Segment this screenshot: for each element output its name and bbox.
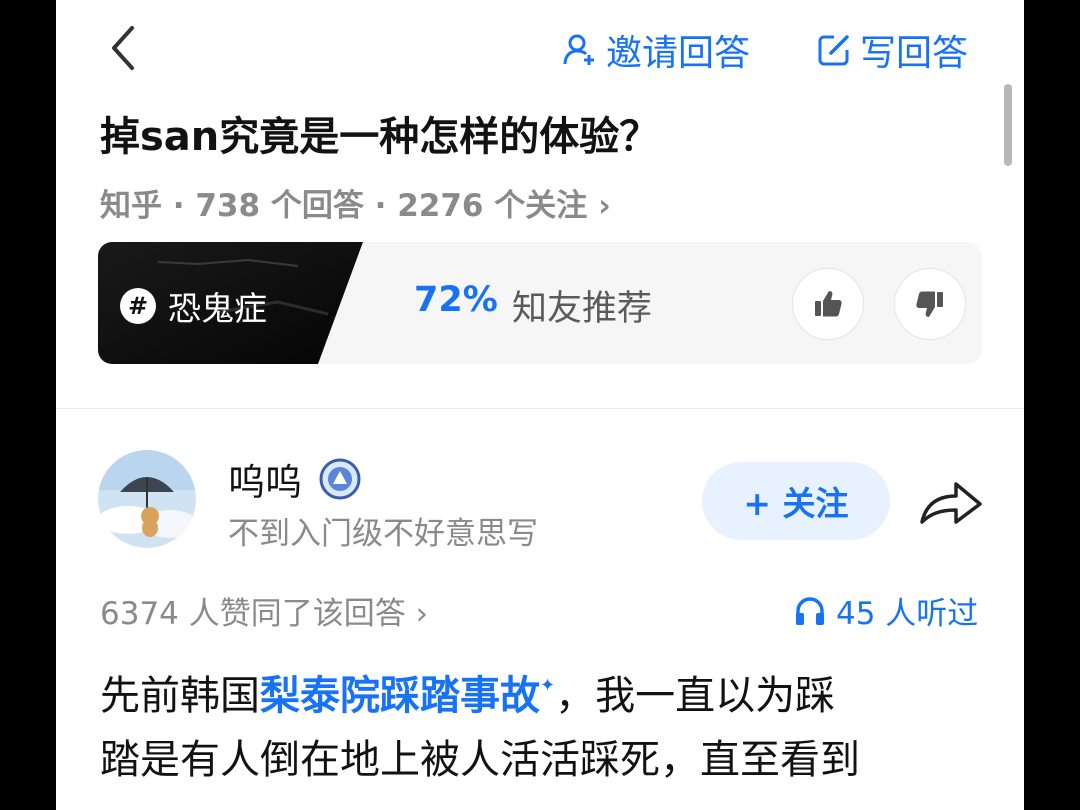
answer-line-1: 先前韩国梨泰院踩踏事故✦，我一直以为踩 <box>100 664 980 728</box>
back-arrow-icon[interactable] <box>104 22 144 74</box>
app-screen: 邀请回答 写回答 掉san究竟是一种怎样的体验？ 知乎 · 738 个回答 · … <box>56 0 1024 810</box>
share-icon[interactable] <box>918 476 984 528</box>
write-answer-button[interactable]: 写回答 <box>816 26 968 74</box>
thumbs-up-icon <box>815 291 842 317</box>
listen-count-button[interactable]: 45 人听过 <box>794 588 978 633</box>
scrollbar[interactable] <box>1004 84 1012 166</box>
topic-link[interactable]: 梨泰院踩踏事故 <box>260 673 540 719</box>
answer-text: ，我一直以为踩 <box>555 673 836 719</box>
write-answer-label: 写回答 <box>860 33 969 74</box>
invite-answer-label: 邀请回答 <box>606 33 751 74</box>
answer-content: 先前韩国梨泰院踩踏事故✦，我一直以为踩 踏是有人倒在地上被人活活踩死，直至看到 <box>100 664 980 792</box>
thumbs-down-button[interactable] <box>894 268 966 340</box>
question-meta[interactable]: 知乎 · 738 个回答 · 2276 个关注 › <box>100 180 611 225</box>
question-title: 掉san究竟是一种怎样的体验？ <box>100 114 660 160</box>
question-header: 邀请回答 写回答 掉san究竟是一种怎样的体验？ 知乎 · 738 个回答 · … <box>56 0 1024 408</box>
answer-line-2: 踏是有人倒在地上被人活活踩死，直至看到 <box>100 737 860 783</box>
vote-count[interactable]: 6374 人赞同了该回答 › <box>100 588 428 633</box>
topic-name: 恐鬼症 <box>168 289 267 328</box>
recommend-label: 知友推荐 <box>512 289 653 329</box>
invite-answer-button[interactable]: 邀请回答 <box>562 26 750 74</box>
listen-count-label: 45 人听过 <box>836 596 979 632</box>
follow-button[interactable]: + 关注 <box>702 462 890 540</box>
invite-person-icon <box>563 34 594 65</box>
author-bio: 不到入门级不好意思写 <box>228 516 538 552</box>
avatar-image <box>98 450 196 548</box>
author-name: 呜呜 <box>228 461 302 504</box>
author-avatar[interactable] <box>98 450 196 548</box>
author-name-row[interactable]: 呜呜 <box>228 452 362 506</box>
verified-badge-icon <box>319 458 361 500</box>
recommend-percent: 72% <box>414 280 498 320</box>
headphones-icon <box>796 596 824 625</box>
edit-icon <box>818 35 849 66</box>
sparkle-icon: ✦ <box>540 675 556 696</box>
hashtag-icon: # <box>120 288 156 324</box>
section-divider <box>56 408 1024 409</box>
topic-card[interactable]: # 恐鬼症 72% 知友推荐 <box>98 242 982 364</box>
answer-text: 先前韩国 <box>100 673 260 719</box>
thumbs-down-icon <box>916 291 943 317</box>
thumbs-up-button[interactable] <box>792 268 864 340</box>
topic-tag[interactable]: # 恐鬼症 <box>120 282 267 330</box>
